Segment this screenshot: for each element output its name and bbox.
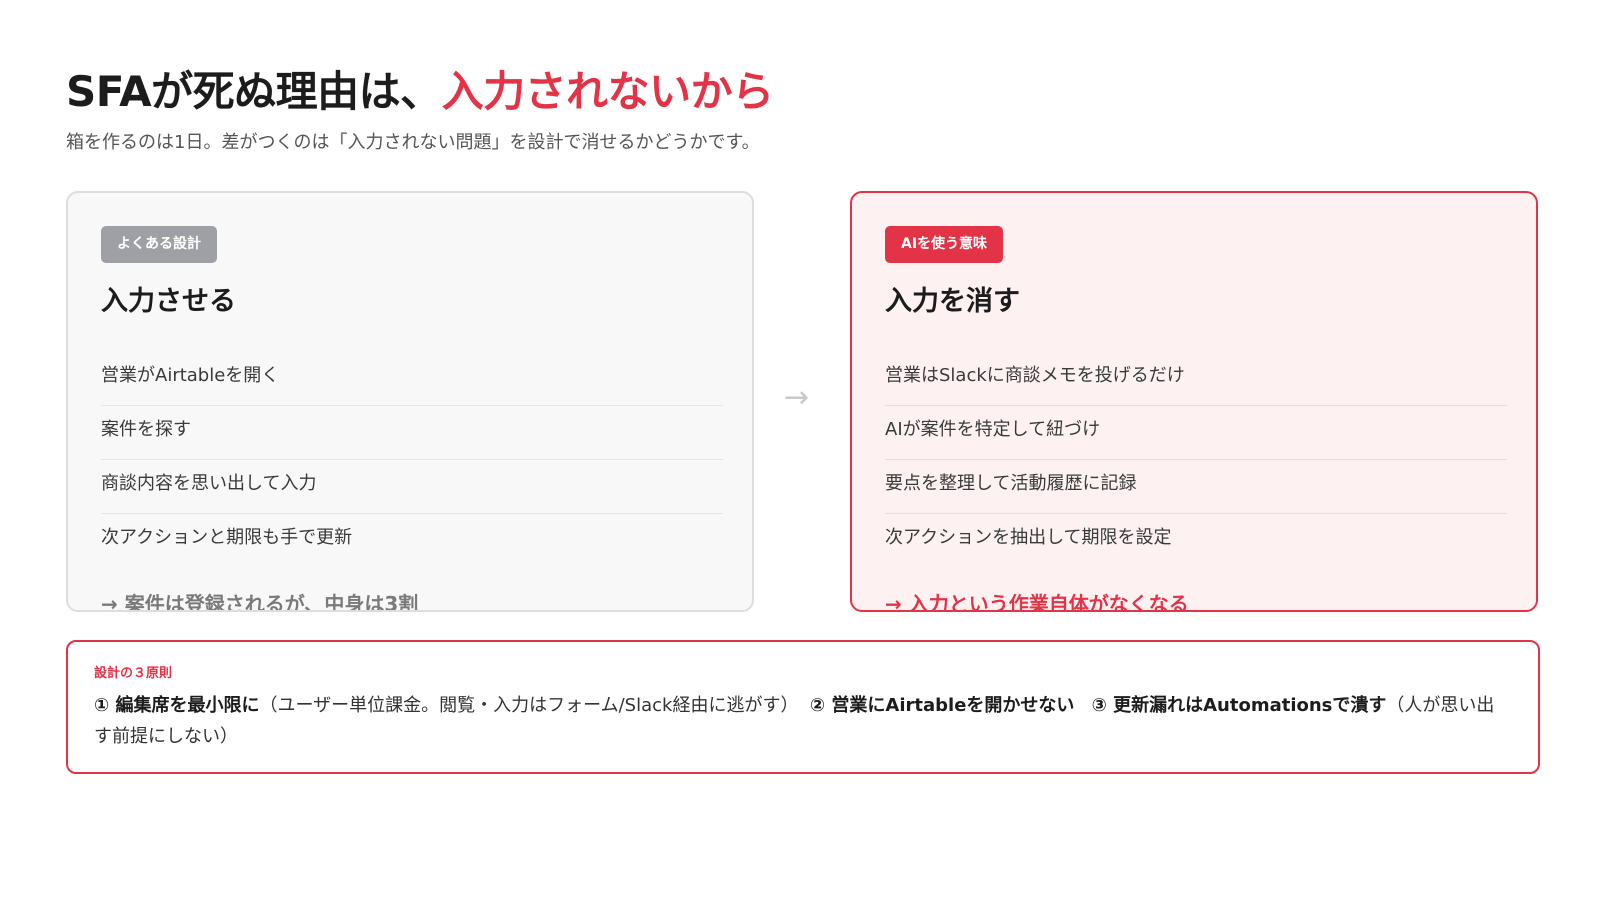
common-design-card: よくある設計 入力させる 営業がAirtableを開く 案件を探す 商談内容を思… <box>66 191 754 612</box>
ai-design-card: AIを使う意味 入力を消す 営業はSlackに商談メモを投げるだけ AIが案件を… <box>850 191 1538 612</box>
list-item: AIが案件を特定して紐づけ <box>885 406 1507 460</box>
ai-design-title: 入力を消す <box>885 286 1020 317</box>
list-item: 要点を整理して活動履歴に記録 <box>885 460 1507 514</box>
page-subtitle: 箱を作るのは1日。差がつくのは「入力されない問題」を設計で消せるかどうかです。 <box>66 132 760 153</box>
principle-1-title: ① 編集席を最小限に <box>94 695 260 716</box>
slide: SFAが死ぬ理由は、入力されないから 箱を作るのは1日。差がつくのは「入力されな… <box>0 0 1600 900</box>
principles-text: ① 編集席を最小限に（ユーザー単位課金。閲覧・入力はフォーム/Slack経由に逃… <box>94 690 1512 752</box>
list-item: 営業がAirtableを開く <box>101 352 723 406</box>
arrow-right-icon: → <box>784 380 810 415</box>
title-main: SFAが死ぬ理由は、 <box>66 67 442 116</box>
common-design-badge: よくある設計 <box>101 226 217 263</box>
list-item: 商談内容を思い出して入力 <box>101 460 723 514</box>
principle-1-note: （ユーザー単位課金。閲覧・入力はフォーム/Slack経由に逃がす） <box>259 695 799 716</box>
principles-box: 設計の３原則 ① 編集席を最小限に（ユーザー単位課金。閲覧・入力はフォーム/Sl… <box>66 640 1540 774</box>
ai-design-badge: AIを使う意味 <box>885 226 1004 263</box>
page-title: SFAが死ぬ理由は、入力されないから <box>66 58 774 119</box>
common-design-conclusion: → 案件は登録されるが、中身は3割 <box>101 592 419 612</box>
ai-design-conclusion: → 入力という作業自体がなくなる <box>885 592 1189 612</box>
list-item: 営業はSlackに商談メモを投げるだけ <box>885 352 1507 406</box>
title-accent: 入力されないから <box>441 67 775 116</box>
list-item: 次アクションと期限も手で更新 <box>101 527 353 548</box>
list-item: 次アクションを抽出して期限を設定 <box>885 527 1172 548</box>
principle-2-title: ② 営業にAirtableを開かせない <box>809 695 1075 716</box>
principle-3-title: ③ 更新漏れはAutomationsで潰す <box>1091 695 1387 716</box>
list-item: 案件を探す <box>101 406 723 460</box>
ai-design-steps: 営業はSlackに商談メモを投げるだけ AIが案件を特定して紐づけ 要点を整理し… <box>885 352 1507 568</box>
common-design-steps: 営業がAirtableを開く 案件を探す 商談内容を思い出して入力 次アクション… <box>101 352 723 568</box>
common-design-title: 入力させる <box>101 286 236 317</box>
principles-label: 設計の３原則 <box>94 666 173 681</box>
